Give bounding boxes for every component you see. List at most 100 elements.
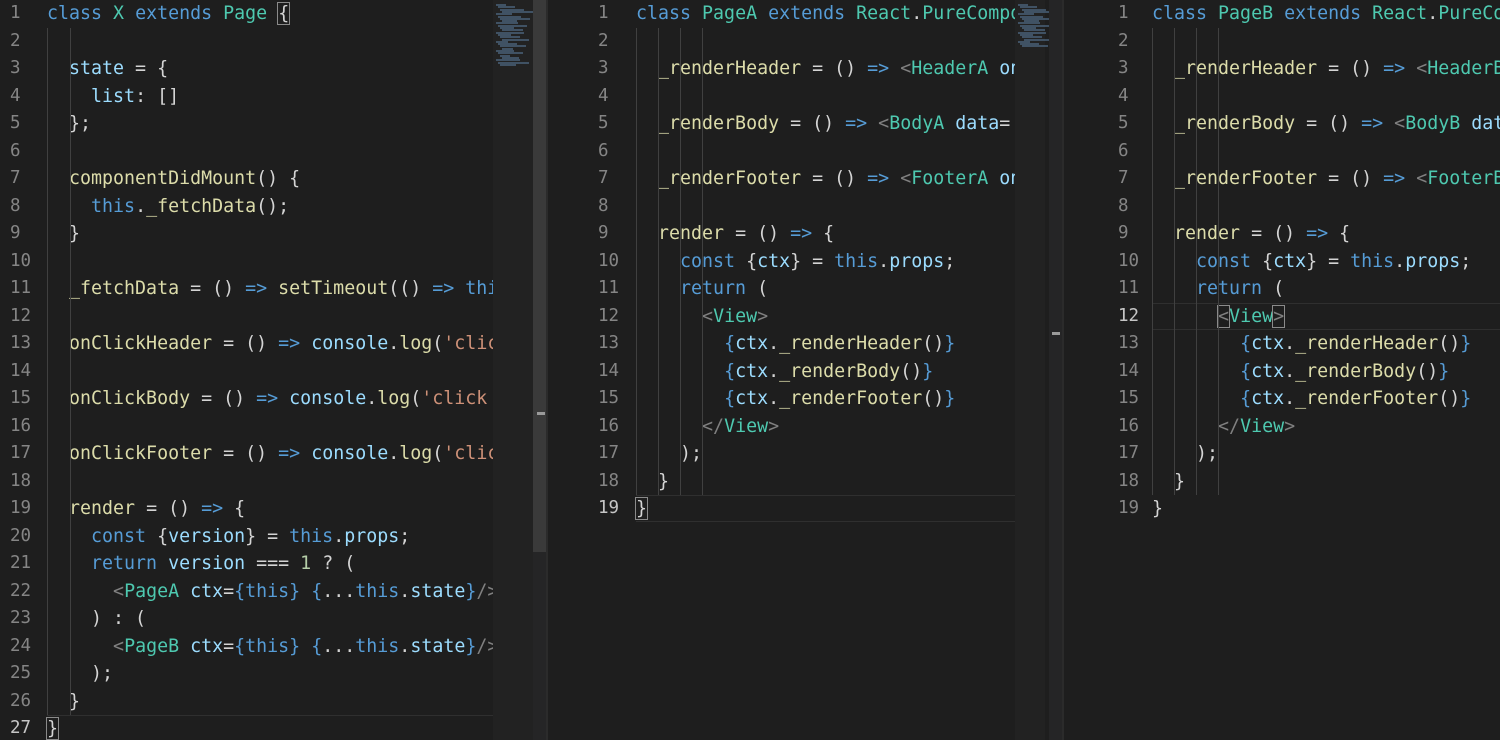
code-token: render bbox=[1174, 223, 1241, 244]
code-line[interactable]: 2 bbox=[1063, 28, 1500, 56]
code-text: const {ctx} = this.props; bbox=[1152, 248, 1471, 276]
code-line[interactable]: 6 bbox=[548, 138, 1015, 166]
minimap[interactable] bbox=[493, 0, 533, 740]
code-line[interactable]: 26 } bbox=[0, 688, 493, 716]
code-line[interactable]: 27} bbox=[0, 715, 493, 740]
code-line[interactable]: 3 _renderHeader = () => <HeaderB bbox=[1063, 55, 1500, 83]
scrollbar-thumb[interactable] bbox=[533, 0, 547, 552]
code-line[interactable]: 12 <View> bbox=[1063, 302, 1500, 331]
vertical-scrollbar[interactable] bbox=[533, 0, 547, 740]
code-line[interactable]: 8 this._fetchData(); bbox=[0, 193, 493, 221]
code-token: < bbox=[113, 635, 125, 657]
code-text: _renderBody = () => <BodyB dat bbox=[1152, 110, 1500, 138]
code-text: render = () => { bbox=[47, 495, 245, 523]
code-line[interactable]: 6 bbox=[1063, 138, 1500, 166]
code-line[interactable]: 16 </View> bbox=[548, 413, 1015, 441]
code-line[interactable]: 1 class X extends Page { bbox=[0, 0, 493, 28]
code-line[interactable]: 13 {ctx._renderHeader()} bbox=[548, 330, 1015, 358]
editor-pane-page-b[interactable]: 1 class PageB extends React.PureCo 2 3 _ren… bbox=[1063, 0, 1500, 740]
code-token: < bbox=[900, 168, 912, 189]
code-line[interactable]: 21 return version === 1 ? ( bbox=[0, 550, 493, 578]
code-token: } bbox=[45, 717, 60, 740]
code-line[interactable]: 9 render = () => { bbox=[548, 220, 1015, 248]
code-line[interactable]: 2 bbox=[548, 28, 1015, 56]
code-token: } bbox=[636, 470, 670, 492]
pane-divider[interactable] bbox=[1062, 0, 1064, 740]
code-line[interactable]: 4 bbox=[548, 83, 1015, 111]
code-line[interactable]: 9 } bbox=[0, 220, 493, 248]
code-line[interactable]: 2 bbox=[0, 28, 493, 56]
code-line[interactable]: 18 } bbox=[548, 468, 1015, 496]
code-line[interactable]: 11 return ( bbox=[1063, 275, 1500, 303]
code-token: this bbox=[91, 195, 136, 217]
code-line[interactable]: 10 const {ctx} = this.props; bbox=[1063, 248, 1500, 276]
code-token: on bbox=[999, 58, 1015, 79]
code-line[interactable]: 15 {ctx._renderFooter()} bbox=[548, 385, 1015, 413]
code-line[interactable]: 1 class PageA extends React.PureCompo bbox=[548, 0, 1015, 28]
code-line[interactable]: 12 <View> bbox=[548, 303, 1015, 331]
editor-pane-class-x[interactable]: 1 class X extends Page {2 3 state = {4 lis… bbox=[0, 0, 548, 740]
code-token: { bbox=[277, 2, 291, 25]
code-line[interactable]: 14 bbox=[0, 358, 493, 386]
code-line[interactable]: 1 class PageB extends React.PureCo bbox=[1063, 0, 1500, 28]
code-line[interactable]: 17 ); bbox=[1063, 440, 1500, 468]
code-line[interactable]: 5 }; bbox=[0, 110, 493, 138]
code-line[interactable]: 15 {ctx._renderFooter()} bbox=[1063, 385, 1500, 413]
code-line[interactable]: 6 bbox=[0, 138, 493, 166]
code-line[interactable]: 20 const {version} = this.props; bbox=[0, 523, 493, 551]
minimap[interactable] bbox=[1015, 0, 1055, 740]
code-line[interactable]: 16 </View> bbox=[1063, 413, 1500, 441]
code-line[interactable]: 4 bbox=[1063, 83, 1500, 111]
line-number: 11 bbox=[598, 278, 620, 298]
code-line[interactable]: 18 bbox=[0, 468, 493, 496]
code-line[interactable]: 15 onClickBody = () => console.log('clic… bbox=[0, 385, 493, 413]
code-line[interactable]: 16 bbox=[0, 413, 493, 441]
code-token: on bbox=[999, 168, 1015, 189]
code-line[interactable]: 14 {ctx._renderBody()} bbox=[548, 358, 1015, 386]
code-line[interactable]: 11 return ( bbox=[548, 275, 1015, 303]
code-line[interactable]: 19} bbox=[548, 495, 1015, 523]
code-line[interactable]: 7 _renderFooter = () => <FooterA on bbox=[548, 165, 1015, 193]
code-token: _renderFooter bbox=[1295, 388, 1439, 409]
code-line[interactable]: 22 <PageA ctx={this} {...this.state}/> bbox=[0, 578, 498, 606]
code-line[interactable]: 10 const {ctx} = this.props; bbox=[548, 248, 1015, 276]
code-text: _renderHeader = () => <HeaderB bbox=[1152, 55, 1500, 83]
code-line[interactable]: 23 ) : ( bbox=[0, 605, 493, 633]
code-line[interactable]: 17 onClickFooter = () => console.log('cl… bbox=[0, 440, 498, 468]
vertical-scrollbar[interactable] bbox=[1049, 0, 1063, 740]
code-line[interactable]: 12 bbox=[0, 303, 493, 331]
line-number: 4 bbox=[598, 85, 609, 106]
code-line[interactable]: 24 <PageB ctx={this} {...this.state}/> bbox=[0, 633, 498, 661]
code-line[interactable]: 5 _renderBody = () => <BodyA data= bbox=[548, 110, 1015, 138]
code-line[interactable]: 5 _renderBody = () => <BodyB dat bbox=[1063, 110, 1500, 138]
code-line[interactable]: 9 render = () => { bbox=[1063, 220, 1500, 248]
code-line[interactable]: 8 bbox=[548, 193, 1015, 221]
code-line[interactable]: 3 _renderHeader = () => <HeaderA on bbox=[548, 55, 1015, 83]
code-line[interactable]: 8 bbox=[1063, 193, 1500, 221]
code-line[interactable]: 7 componentDidMount() { bbox=[0, 165, 493, 193]
editor-pane-page-a[interactable]: 1 class PageA extends React.PureCompo 2 3 _… bbox=[548, 0, 1015, 740]
code-line[interactable]: 18 } bbox=[1063, 468, 1500, 496]
code-text: {ctx._renderFooter()} bbox=[636, 385, 955, 413]
code-line[interactable]: 19} bbox=[1063, 495, 1500, 523]
code-line[interactable]: 3 state = { bbox=[0, 55, 493, 83]
code-line[interactable]: 14 {ctx._renderBody()} bbox=[1063, 358, 1500, 386]
code-line[interactable]: 13 onClickHeader = () => console.log('cl… bbox=[0, 330, 498, 358]
pane-divider[interactable] bbox=[546, 0, 548, 740]
code-line[interactable]: 11 _fetchData = () => setTimeout(() => t… bbox=[0, 275, 498, 303]
code-token: version bbox=[168, 553, 246, 574]
code-line[interactable]: 25 ); bbox=[0, 660, 493, 688]
code-line[interactable]: 10 bbox=[0, 248, 493, 276]
code-line[interactable]: 17 ); bbox=[548, 440, 1015, 468]
code-line[interactable]: 19 render = () => { bbox=[0, 495, 493, 523]
code-line[interactable]: 13 {ctx._renderHeader()} bbox=[1063, 330, 1500, 358]
code-token: ) : ( bbox=[47, 608, 147, 629]
code-text: _renderBody = () => <BodyA data= bbox=[636, 110, 1010, 138]
code-line[interactable]: 4 list: [] bbox=[0, 83, 493, 111]
code-text: } bbox=[636, 468, 669, 496]
code-token: < bbox=[113, 580, 125, 602]
code-line[interactable]: 7 _renderFooter = () => <FooterB bbox=[1063, 165, 1500, 193]
